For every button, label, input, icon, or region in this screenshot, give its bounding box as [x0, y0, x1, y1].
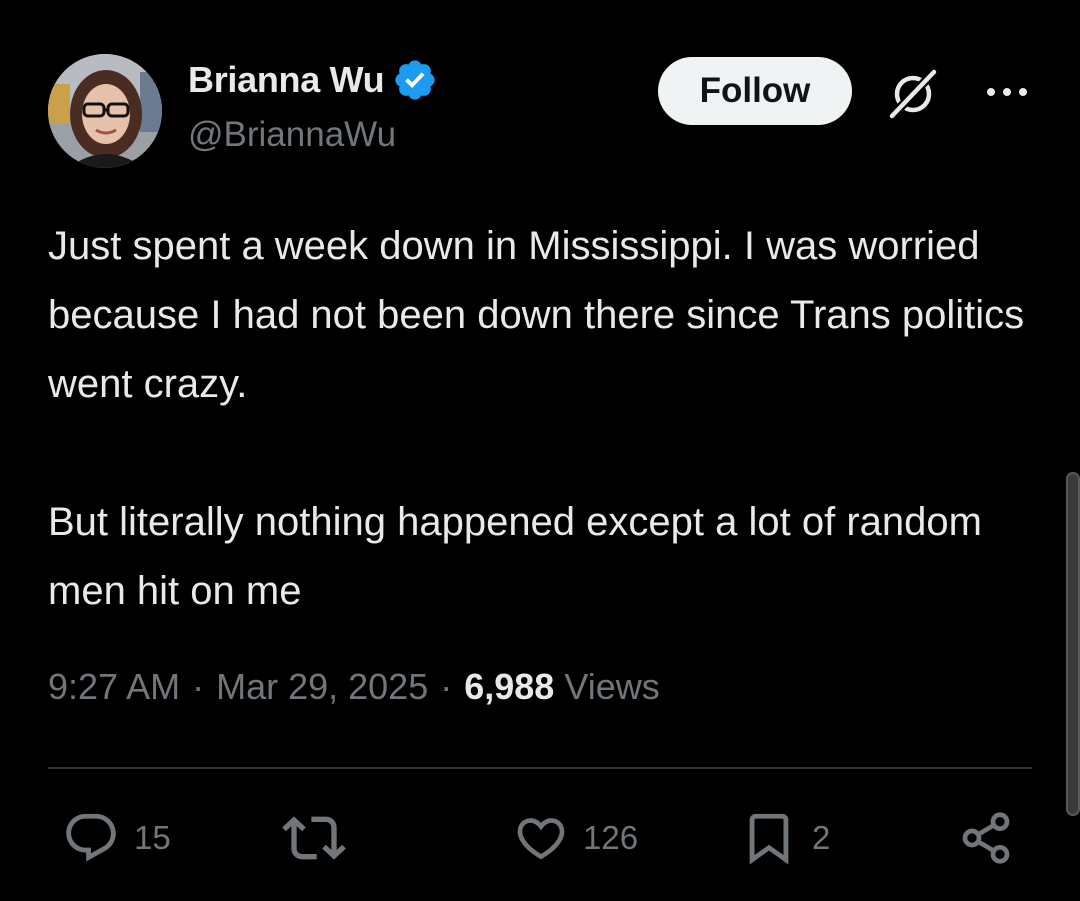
bookmark-button[interactable]: 2 — [740, 806, 830, 870]
tweet-card: Brianna Wu @BriannaWu Follow Just spent … — [0, 0, 1080, 901]
divider — [48, 767, 1032, 769]
grok-icon[interactable] — [886, 66, 940, 120]
meta-separator: · — [192, 666, 205, 707]
tweet-time[interactable]: 9:27 AM — [48, 666, 180, 708]
meta-separator: · — [440, 666, 453, 707]
follow-button[interactable]: Follow — [658, 57, 852, 125]
like-count: 126 — [583, 819, 639, 856]
retweet-button[interactable] — [282, 806, 346, 870]
avatar[interactable] — [48, 54, 162, 168]
scrollbar[interactable] — [1066, 472, 1080, 816]
tweet-text: Just spent a week down in Mississippi. I… — [48, 212, 1048, 626]
tweet-paragraph: But literally nothing happened except a … — [48, 500, 982, 613]
views-count: 6,988 — [464, 666, 555, 707]
verified-badge-icon[interactable] — [392, 57, 438, 103]
heart-icon — [517, 818, 565, 860]
bookmark-count: 2 — [812, 819, 831, 856]
tweet-meta: 9:27 AM · Mar 29, 2025 · 6,988 Views — [48, 666, 660, 708]
share-button[interactable] — [958, 806, 1014, 870]
like-button[interactable]: 126 — [513, 806, 638, 870]
reply-button[interactable]: 15 — [62, 806, 171, 870]
author-name-row: Brianna Wu — [188, 58, 438, 102]
author-handle[interactable]: @BriannaWu — [188, 115, 396, 155]
reply-count: 15 — [134, 819, 171, 856]
retweet-icon — [282, 816, 346, 860]
bookmark-icon — [749, 813, 789, 865]
more-horizontal-icon[interactable] — [984, 80, 1030, 104]
tweet-paragraph: Just spent a week down in Mississippi. I… — [48, 224, 1025, 406]
tweet-date[interactable]: Mar 29, 2025 — [216, 666, 428, 708]
profile-photo-icon — [48, 54, 162, 168]
views-label: Views — [564, 666, 660, 707]
reply-icon — [66, 813, 116, 862]
author-display-name[interactable]: Brianna Wu — [188, 59, 385, 101]
share-icon — [962, 812, 1010, 864]
